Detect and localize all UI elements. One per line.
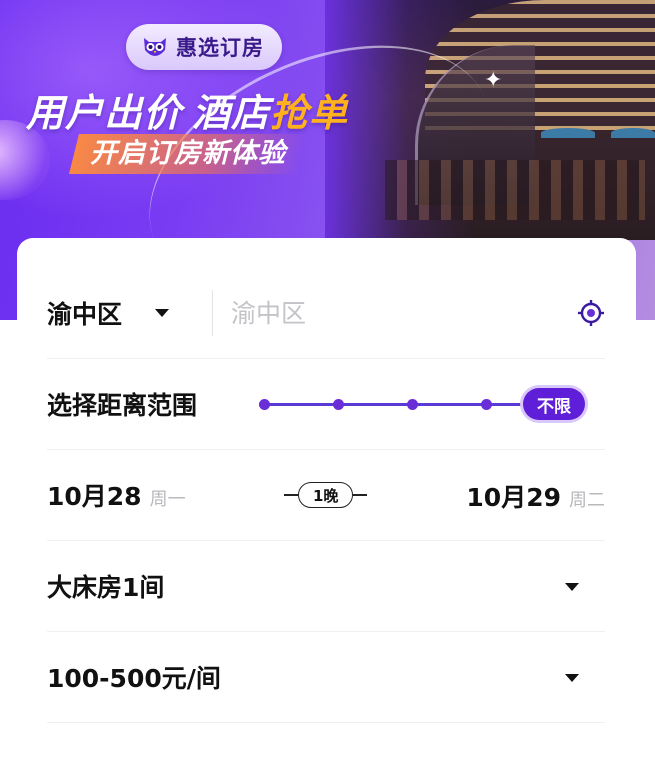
umbrella-image <box>541 128 595 138</box>
district-dropdown[interactable]: 渝中区 <box>47 295 170 331</box>
brand-badge: 惠选订房 <box>126 24 282 70</box>
checkin-date[interactable]: 10月28 周一 <box>47 477 186 513</box>
headline-part2: 酒店 <box>192 91 271 135</box>
slider-step[interactable] <box>333 399 344 410</box>
headline-part1: 用户出价 <box>26 91 183 135</box>
room-row[interactable]: 大床房1间 <box>47 541 605 632</box>
umbrella-image <box>611 128 655 138</box>
checkout-weekday: 周二 <box>569 489 605 511</box>
location-row: 渝中区 <box>47 268 605 359</box>
checkout-date-group: 10月29 周二 <box>466 478 605 514</box>
slider-thumb[interactable]: 不限 <box>523 388 585 420</box>
distance-slider[interactable]: 不限 <box>259 386 585 422</box>
distance-label: 选择距离范围 <box>47 391 198 420</box>
checkin-date-value: 10月28 <box>47 482 142 511</box>
sparkle-icon: ✦ <box>484 68 503 93</box>
hotel-booking-page: ✦ 惠选订房 用户出价 酒店抢单 开启订房新体验 渝中区 渝中区 选择距离范围 … <box>0 0 655 764</box>
chevron-down-icon <box>155 309 170 317</box>
checkout-date[interactable]: 10月29 周二 <box>466 450 605 541</box>
price-value: 100-500元/间 <box>47 664 221 693</box>
location-search-input[interactable] <box>231 298 532 328</box>
checkout-date-value: 10月29 <box>466 482 561 512</box>
nights-line <box>284 494 298 496</box>
date-row[interactable]: 10月28 周一 1晚 10月29 周二 <box>47 450 605 541</box>
slider-step[interactable] <box>259 399 270 410</box>
chevron-down-icon <box>565 583 579 591</box>
banner-subline-ribbon: 开启订房新体验 <box>69 134 307 174</box>
brand-name: 惠选订房 <box>176 36 264 60</box>
nights-count: 1晚 <box>298 482 354 508</box>
headline-highlight: 抢单 <box>270 91 349 135</box>
booking-search-card: 渝中区 选择距离范围 不限 <box>17 238 636 764</box>
distance-row: 选择距离范围 不限 <box>47 359 605 450</box>
room-value: 大床房1间 <box>47 573 165 602</box>
banner-headline: 用户出价 酒店抢单 <box>26 82 348 137</box>
chevron-down-icon <box>565 674 579 682</box>
banner-subline: 开启订房新体验 <box>90 138 286 169</box>
divider <box>212 290 214 336</box>
nights-line <box>353 494 368 496</box>
checkin-weekday: 周一 <box>149 489 186 510</box>
owl-icon <box>144 38 166 56</box>
slider-step[interactable] <box>481 399 492 410</box>
locate-icon[interactable] <box>577 299 605 327</box>
district-label: 渝中区 <box>47 300 123 329</box>
nights-indicator: 1晚 <box>284 482 368 508</box>
slider-step[interactable] <box>407 399 418 410</box>
price-row[interactable]: 100-500元/间 <box>47 632 605 723</box>
